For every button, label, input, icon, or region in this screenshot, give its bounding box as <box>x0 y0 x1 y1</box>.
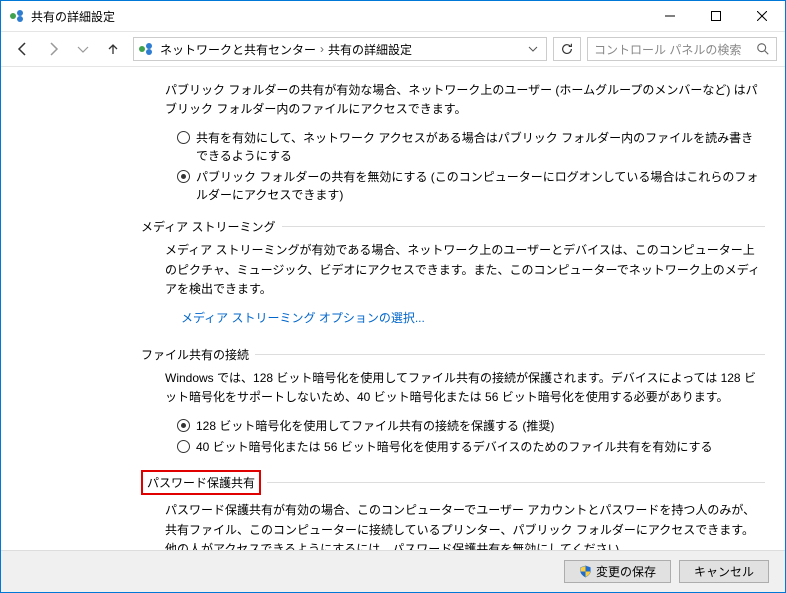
window-controls <box>647 1 785 31</box>
cancel-label: キャンセル <box>694 563 754 580</box>
address-bar[interactable]: ネットワークと共有センター › 共有の詳細設定 <box>133 37 547 61</box>
search-placeholder: コントロール パネルの検索 <box>594 41 756 58</box>
radio-icon <box>177 440 190 453</box>
search-box[interactable]: コントロール パネルの検索 <box>587 37 777 61</box>
up-button[interactable] <box>99 35 127 63</box>
save-label: 変更の保存 <box>596 563 656 580</box>
password-desc: パスワード保護共有が有効の場合、このコンピューターでユーザー アカウントとパスワ… <box>165 501 765 550</box>
advanced-sharing-window: 共有の詳細設定 ネットワークと共有センター › 共有の詳細設定 コントロール パ… <box>0 0 786 593</box>
public-folder-opt-enable[interactable]: 共有を有効にして、ネットワーク アクセスがある場合はパブリック フォルダー内のフ… <box>177 129 765 165</box>
radio-label: 128 ビット暗号化を使用してファイル共有の接続を保護する (推奨) <box>196 417 554 435</box>
breadcrumb-item-2[interactable]: 共有の詳細設定 <box>328 41 412 58</box>
app-icon <box>9 8 25 24</box>
breadcrumb-sep: › <box>320 42 324 56</box>
radio-icon-checked <box>177 419 190 432</box>
content-area[interactable]: パブリック フォルダーの共有が有効な場合、ネットワーク上のユーザー (ホームグル… <box>1 67 785 550</box>
titlebar: 共有の詳細設定 <box>1 1 785 31</box>
window-title: 共有の詳細設定 <box>31 8 647 25</box>
radio-label: 共有を有効にして、ネットワーク アクセスがある場合はパブリック フォルダー内のフ… <box>196 129 765 165</box>
close-button[interactable] <box>739 1 785 31</box>
password-heading-highlight: パスワード保護共有 <box>141 470 261 495</box>
address-dropdown-icon[interactable] <box>524 44 542 54</box>
public-folder-opt-disable[interactable]: パブリック フォルダーの共有を無効にする (このコンピューターにログオンしている… <box>177 168 765 204</box>
maximize-button[interactable] <box>693 1 739 31</box>
cancel-button[interactable]: キャンセル <box>679 560 769 583</box>
fileconn-opt-40-56[interactable]: 40 ビット暗号化または 56 ビット暗号化を使用するデバイスのためのファイル共… <box>177 438 765 456</box>
radio-icon-checked <box>177 170 190 183</box>
media-options-link[interactable]: メディア ストリーミング オプションの選択... <box>181 309 425 326</box>
breadcrumb: ネットワークと共有センター › 共有の詳細設定 <box>160 41 524 58</box>
media-desc: メディア ストリーミングが有効である場合、ネットワーク上のユーザーとデバイスは、… <box>165 241 765 299</box>
save-button[interactable]: 変更の保存 <box>564 560 671 583</box>
minimize-button[interactable] <box>647 1 693 31</box>
toolbar: ネットワークと共有センター › 共有の詳細設定 コントロール パネルの検索 <box>1 31 785 67</box>
password-heading-row: パスワード保護共有 <box>141 470 765 495</box>
forward-button[interactable] <box>39 35 67 63</box>
search-icon <box>756 42 770 56</box>
radio-icon <box>177 131 190 144</box>
radio-label: 40 ビット暗号化または 56 ビット暗号化を使用するデバイスのためのファイル共… <box>196 438 712 456</box>
back-button[interactable] <box>9 35 37 63</box>
public-folder-desc: パブリック フォルダーの共有が有効な場合、ネットワーク上のユーザー (ホームグル… <box>165 81 765 119</box>
radio-label: パブリック フォルダーの共有を無効にする (このコンピューターにログオンしている… <box>196 168 765 204</box>
address-icon <box>138 41 154 57</box>
media-heading: メディア ストリーミング <box>141 218 765 235</box>
recent-dropdown[interactable] <box>69 35 97 63</box>
public-folder-radios: 共有を有効にして、ネットワーク アクセスがある場合はパブリック フォルダー内のフ… <box>177 129 765 204</box>
breadcrumb-item-1[interactable]: ネットワークと共有センター <box>160 41 316 58</box>
fileconn-opt-128[interactable]: 128 ビット暗号化を使用してファイル共有の接続を保護する (推奨) <box>177 417 765 435</box>
shield-icon <box>579 565 592 578</box>
fileconn-radios: 128 ビット暗号化を使用してファイル共有の接続を保護する (推奨) 40 ビッ… <box>177 417 765 456</box>
footer: 変更の保存 キャンセル <box>1 550 785 592</box>
refresh-button[interactable] <box>553 37 581 61</box>
fileconn-desc: Windows では、128 ビット暗号化を使用してファイル共有の接続が保護され… <box>165 369 765 407</box>
fileconn-heading: ファイル共有の接続 <box>141 346 765 363</box>
